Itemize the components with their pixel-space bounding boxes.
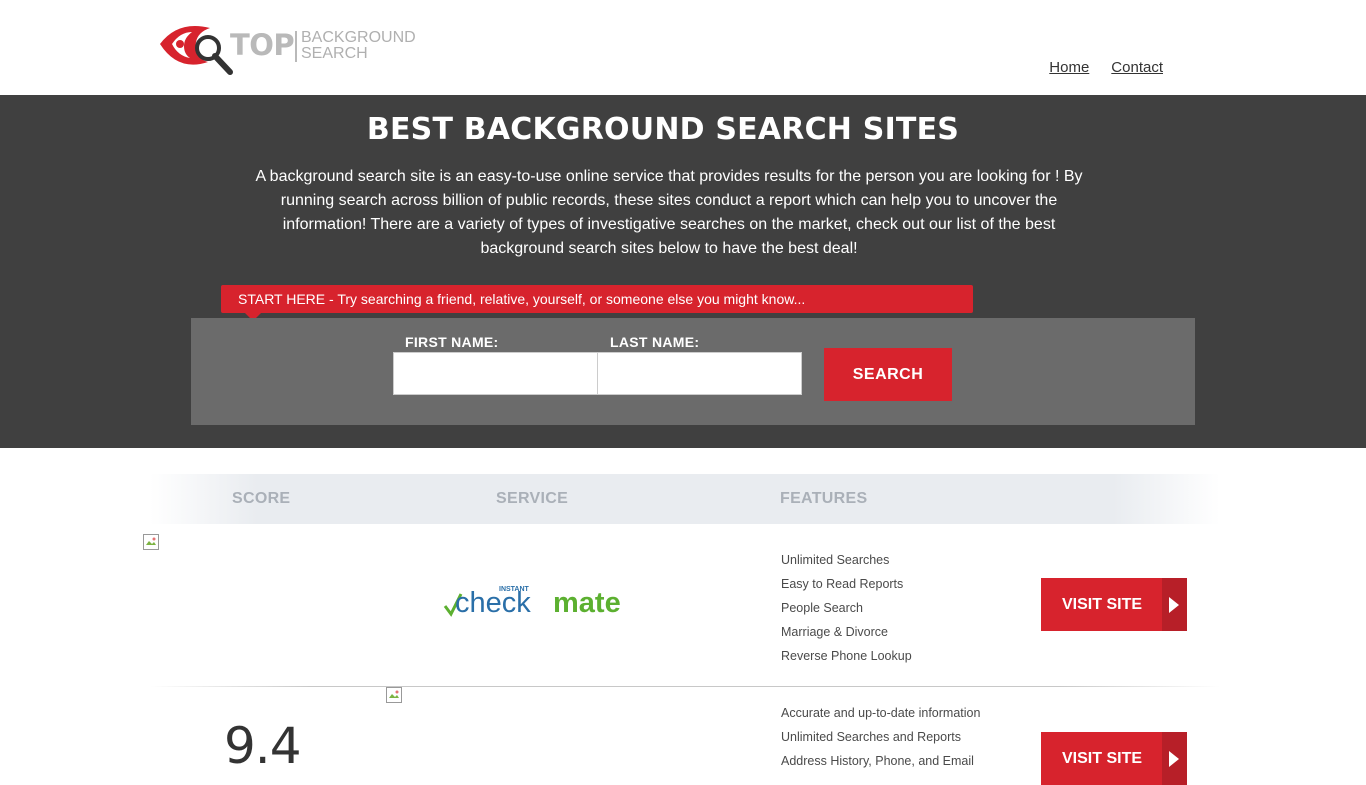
features-column-header: FEATURES xyxy=(780,490,868,507)
eye-magnifier-icon xyxy=(160,26,233,75)
start-here-text: START HERE - Try searching a friend, rel… xyxy=(238,291,806,307)
score-column-header: SCORE xyxy=(232,490,291,507)
visit-site-button[interactable]: VISIT SITE xyxy=(1041,578,1187,631)
feature-item: People Search xyxy=(781,601,864,615)
feature-item: Marriage & Divorce xyxy=(781,625,888,639)
logo-top-text: TOP xyxy=(230,28,295,62)
visit-site-button[interactable]: VISIT SITE xyxy=(1041,732,1187,785)
site-header: TOP BACKGROUND SEARCH Home Contact xyxy=(0,0,1366,95)
feature-item: Easy to Read Reports xyxy=(781,577,904,591)
visit-arrow-tab xyxy=(1162,732,1187,785)
table-row: INSTANT check mate Unlimited Searches Ea… xyxy=(143,524,1220,687)
checkmate-logo[interactable]: INSTANT check mate xyxy=(443,580,643,626)
features-list: Accurate and up-to-date information Unli… xyxy=(781,701,980,773)
visit-site-label: VISIT SITE xyxy=(1062,749,1143,767)
site-logo[interactable]: TOP BACKGROUND SEARCH xyxy=(158,22,428,76)
feature-item: Address History, Phone, and Email xyxy=(781,754,974,768)
search-form: FIRST NAME: LAST NAME: SEARCH xyxy=(191,318,1195,425)
page-title: BEST BACKGROUND SEARCH SITES xyxy=(366,112,960,147)
logo-subtitle-line2: SEARCH xyxy=(301,45,368,62)
feature-item: Unlimited Searches and Reports xyxy=(781,730,961,744)
brand-text-mate: mate xyxy=(553,587,621,619)
feature-item: Reverse Phone Lookup xyxy=(781,649,912,663)
start-here-banner: START HERE - Try searching a friend, rel… xyxy=(221,285,973,321)
visit-site-label: VISIT SITE xyxy=(1062,595,1143,613)
nav-contact-link[interactable]: Contact xyxy=(1111,59,1163,76)
main-nav: Home Contact xyxy=(1049,59,1163,76)
features-list: Unlimited Searches Easy to Read Reports … xyxy=(781,548,912,668)
brand-text-check: check xyxy=(455,587,531,619)
service-column-header: SERVICE xyxy=(496,490,569,507)
table-row: 9.4 Accurate and up-to-date information … xyxy=(150,687,1220,785)
first-name-input[interactable] xyxy=(393,352,598,395)
row-score: 9.4 xyxy=(224,717,302,775)
last-name-label: LAST NAME: xyxy=(610,334,700,350)
table-header: SCORE SERVICE FEATURES xyxy=(150,474,1220,524)
broken-image-icon xyxy=(143,534,159,550)
play-arrow-icon xyxy=(1169,751,1179,767)
hero-description: A background search site is an easy-to-u… xyxy=(255,168,1083,257)
logo-subtitle: BACKGROUND SEARCH xyxy=(301,30,416,62)
logo-subtitle-line1: BACKGROUND xyxy=(301,29,416,46)
feature-item: Unlimited Searches xyxy=(781,553,890,567)
visit-arrow-tab xyxy=(1162,578,1187,631)
first-name-label: FIRST NAME: xyxy=(405,334,499,350)
feature-item: Accurate and up-to-date information xyxy=(781,706,981,720)
hero-section: BEST BACKGROUND SEARCH SITES A backgroun… xyxy=(0,95,1366,448)
broken-image-icon xyxy=(386,687,402,703)
nav-home-link[interactable]: Home xyxy=(1049,59,1089,76)
logo-divider xyxy=(295,31,297,62)
search-button[interactable]: SEARCH xyxy=(824,348,952,401)
last-name-input[interactable] xyxy=(597,352,802,395)
play-arrow-icon xyxy=(1169,597,1179,613)
